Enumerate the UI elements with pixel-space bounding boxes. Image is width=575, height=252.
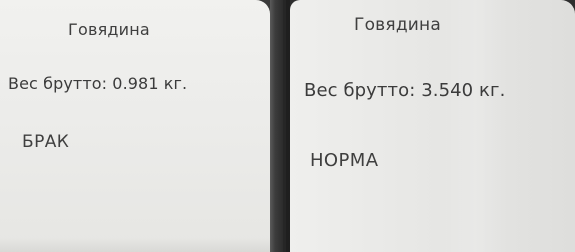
- product-title-left: Говядина: [68, 20, 150, 39]
- scale-display-photo-left: Говядина Вес брутто: 0.981 кг. БРАК: [0, 0, 283, 252]
- photo-collage: Говядина Вес брутто: 0.981 кг. БРАК Говя…: [0, 0, 575, 252]
- gross-weight-right: Вес брутто: 3.540 кг.: [304, 80, 506, 101]
- screen-glare: [440, 0, 510, 252]
- device-bezel-right: [270, 0, 283, 252]
- quality-status-left: БРАК: [22, 132, 70, 152]
- screen-shadow: [0, 238, 270, 252]
- quality-status-right: НОРМА: [310, 150, 379, 171]
- scale-display-photo-right: Говядина Вес брутто: 3.540 кг. НОРМА: [286, 0, 575, 252]
- scale-screen-right: Говядина Вес брутто: 3.540 кг. НОРМА: [290, 0, 575, 252]
- gross-weight-left: Вес брутто: 0.981 кг.: [8, 74, 188, 93]
- product-title-right: Говядина: [354, 15, 441, 35]
- scale-screen-left: Говядина Вес брутто: 0.981 кг. БРАК: [0, 0, 270, 252]
